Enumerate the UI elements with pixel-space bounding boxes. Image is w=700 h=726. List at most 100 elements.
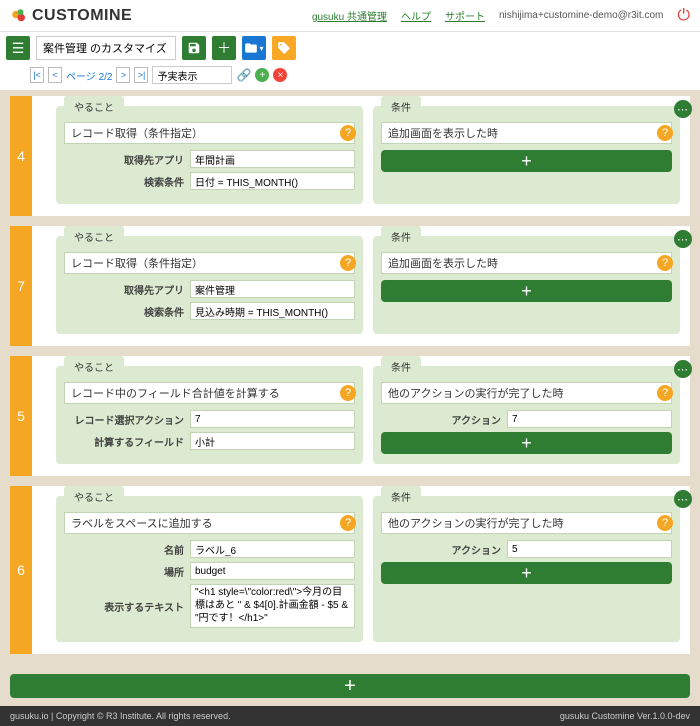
param-row: 計算するフィールド [64,432,355,450]
content: 4やることレコード取得（条件指定）?取得先アプリ検索条件条件追加画面を表示した時… [0,90,700,666]
help-icon[interactable]: ? [340,125,356,141]
list-button[interactable]: ☰ [6,36,30,60]
tab-remove[interactable]: × [273,68,287,82]
rule-number: 4 [10,96,32,216]
power-icon[interactable]: ⏻ [677,7,690,25]
param-label: 検索条件 [64,304,184,319]
link-help[interactable]: ヘルプ [401,8,431,23]
card-title[interactable]: 他のアクションの実行が完了した時? [381,382,672,404]
param-row: 名前 [64,540,355,558]
action-card: やることラベルをスペースに追加する?名前場所表示するテキスト"<h1 style… [56,496,363,642]
condition-add[interactable]: + [381,432,672,454]
folder-button[interactable]: ▾ [242,36,266,60]
card-tab: 条件 [381,356,421,377]
card-title[interactable]: レコード取得（条件指定）? [64,122,355,144]
rule-number: 5 [10,356,32,476]
logo: CUSTOMINE [10,7,132,25]
param-input[interactable] [190,172,355,190]
param-label: アクション [381,542,501,557]
header: CUSTOMINE gusuku 共通管理 ヘルプ サポート nishijima… [0,0,700,32]
help-icon[interactable]: ? [657,515,673,531]
rule-body: やることレコード取得（条件指定）? 取得先アプリ検索条件 条件追加画面を表示した時?… [32,226,690,346]
link-support[interactable]: サポート [445,8,485,23]
page-next[interactable]: > [116,67,130,83]
param-row: 検索条件 [64,302,355,320]
row-menu-icon[interactable]: ⋯ [674,100,692,118]
rule-number: 6 [10,486,32,654]
card-title[interactable]: レコード取得（条件指定）? [64,252,355,274]
card-title[interactable]: 追加画面を表示した時? [381,252,672,274]
action-card: やることレコード中のフィールド合計値を計算する?レコード選択アクション計算するフ… [56,366,363,464]
card-title[interactable]: ラベルをスペースに追加する? [64,512,355,534]
param-label: 場所 [64,564,184,579]
add-button[interactable]: ＋ [212,36,236,60]
param-row: 表示するテキスト "<h1 style=\"color:red\">今月の目標はあ… [64,584,355,628]
tab-add[interactable]: + [255,68,269,82]
param-input[interactable] [190,410,355,428]
save-button[interactable] [182,36,206,60]
param-row: レコード選択アクション [64,410,355,428]
card-title[interactable]: 追加画面を表示した時? [381,122,672,144]
param-input[interactable] [190,432,355,450]
param-input[interactable] [190,540,355,558]
help-icon[interactable]: ? [340,515,356,531]
page-last[interactable]: >| [134,67,148,83]
subbar: |< < ページ 2/2 > >| 🔗 + × [0,64,700,90]
param-label: 名前 [64,542,184,557]
title-input[interactable] [36,36,176,60]
param-input[interactable] [507,410,672,428]
param-row: アクション [381,410,672,428]
header-right: gusuku 共通管理 ヘルプ サポート nishijima+customine… [312,7,690,25]
card-tab: やること [64,226,124,247]
condition-add[interactable]: + [381,150,672,172]
rule-row: 7やることレコード取得（条件指定）?取得先アプリ検索条件条件追加画面を表示した時… [10,226,690,346]
brand-name: CUSTOMINE [32,7,132,25]
help-icon[interactable]: ? [657,385,673,401]
param-label: 検索条件 [64,174,184,189]
folder-icon [244,41,258,55]
param-row: 検索条件 [64,172,355,190]
param-label: 計算するフィールド [64,434,184,449]
param-label: 表示するテキスト [64,599,184,614]
condition-add[interactable]: + [381,280,672,302]
toolbar: ☰ ＋ ▾ [0,32,700,64]
param-input[interactable] [507,540,672,558]
page-first[interactable]: |< [30,67,44,83]
param-label: レコード選択アクション [64,412,184,427]
help-icon[interactable]: ? [340,255,356,271]
param-input[interactable]: "<h1 style=\"color:red\">今月の目標はあと " & $4… [190,584,355,628]
card-tab: やること [64,96,124,117]
help-icon[interactable]: ? [657,125,673,141]
logo-icon [10,7,28,25]
link-icon[interactable]: 🔗 [236,68,251,82]
version: gusuku Customine Ver.1.0.0-dev [560,711,690,721]
card-tab: やること [64,356,124,377]
card-title[interactable]: 他のアクションの実行が完了した時? [381,512,672,534]
condition-card: 条件他のアクションの実行が完了した時?アクション+ [373,366,680,464]
help-icon[interactable]: ? [340,385,356,401]
rule-row: 6やることラベルをスペースに追加する?名前場所表示するテキスト"<h1 styl… [10,486,690,654]
tag-icon [277,41,291,55]
param-input[interactable] [190,280,355,298]
param-input[interactable] [190,150,355,168]
condition-card: 条件他のアクションの実行が完了した時?アクション+ [373,496,680,642]
add-row-button[interactable]: + [10,674,690,698]
help-icon[interactable]: ? [657,255,673,271]
card-tab: 条件 [381,226,421,247]
row-menu-icon[interactable]: ⋯ [674,490,692,508]
row-menu-icon[interactable]: ⋯ [674,230,692,248]
condition-add[interactable]: + [381,562,672,584]
param-row: 取得先アプリ [64,280,355,298]
card-title[interactable]: レコード中のフィールド合計値を計算する? [64,382,355,404]
link-gusuku[interactable]: gusuku 共通管理 [312,8,387,23]
card-tab: 条件 [381,96,421,117]
row-menu-icon[interactable]: ⋯ [674,360,692,378]
param-input[interactable] [190,302,355,320]
condition-card: 条件追加画面を表示した時?+ [373,236,680,334]
tab-name-input[interactable] [152,66,232,84]
rule-row: 4 やることレコード取得（条件指定）? 取得先アプリ検索条件 条件追加画面を表示した時… [10,96,690,216]
param-input[interactable] [190,562,355,580]
page-prev[interactable]: < [48,67,62,83]
tag-button[interactable] [272,36,296,60]
param-label: 取得先アプリ [64,152,184,167]
